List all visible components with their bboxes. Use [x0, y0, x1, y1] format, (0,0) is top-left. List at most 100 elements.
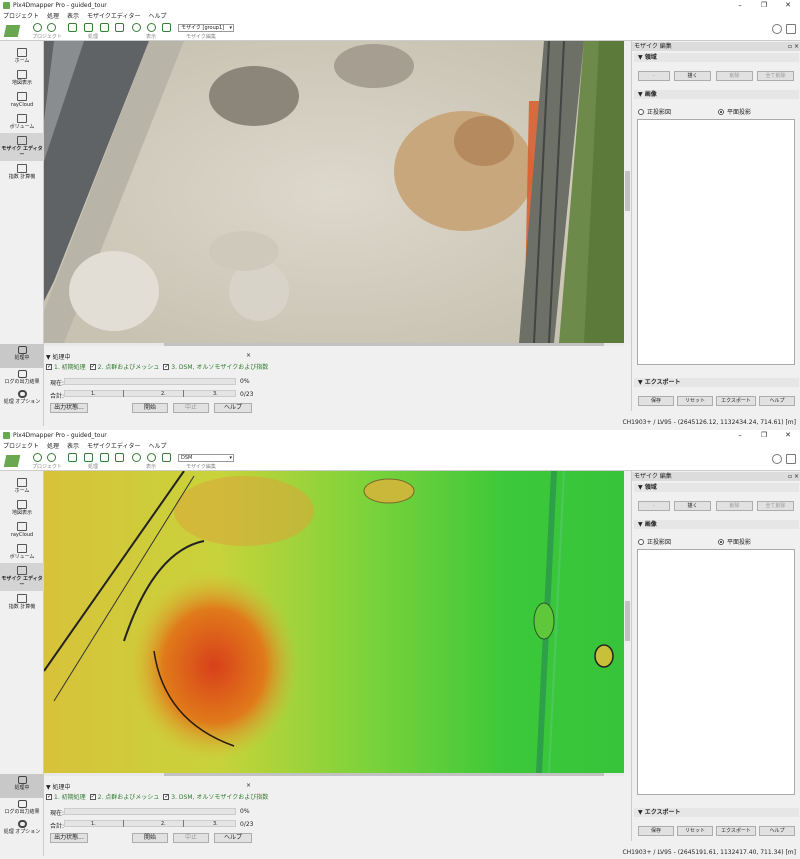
- process-run-icon[interactable]: [115, 23, 124, 32]
- sidebar-item-mosaic-editor[interactable]: モザイク エディター: [0, 563, 44, 591]
- new-project-icon[interactable]: [33, 23, 42, 32]
- process-step1-icon[interactable]: [68, 23, 77, 32]
- minimize-icon[interactable]: –: [728, 0, 752, 10]
- processing-close-icon[interactable]: ×: [246, 352, 251, 359]
- sidebar-item-mosaic-editor[interactable]: モザイク エディター: [0, 133, 44, 161]
- start-button[interactable]: 開始: [132, 403, 168, 413]
- user-icon[interactable]: [772, 24, 782, 34]
- step3-checkbox[interactable]: 3. DSM, オルソモザイクおよび指数: [163, 792, 268, 801]
- open-project-icon[interactable]: [47, 453, 56, 462]
- sidebar-item-processing[interactable]: 処理中: [0, 774, 44, 798]
- zoom-in-icon[interactable]: [132, 23, 141, 32]
- panel-close-icon[interactable]: ▫ ×: [788, 472, 799, 481]
- step1-checkbox[interactable]: 1. 初期処理: [46, 792, 86, 801]
- menu-project[interactable]: プロジェクト: [3, 11, 39, 20]
- image-list[interactable]: [637, 119, 795, 365]
- save-button[interactable]: 保存: [638, 826, 674, 836]
- sidebar-item-index-calculator[interactable]: 指数 計算機: [0, 161, 44, 189]
- scrollbar-thumb[interactable]: [164, 343, 604, 346]
- process-step2-icon[interactable]: [84, 23, 93, 32]
- cancel-button[interactable]: 中止: [173, 403, 209, 413]
- export-button[interactable]: エクスポート: [716, 826, 756, 836]
- menu-project[interactable]: プロジェクト: [3, 441, 39, 450]
- vertical-scrollbar[interactable]: [624, 41, 631, 343]
- section-export[interactable]: ▼ エクスポート: [634, 808, 799, 817]
- sidebar-item-log-output[interactable]: ログの出力結果: [0, 368, 44, 386]
- panel-help-button[interactable]: ヘルプ: [759, 396, 795, 406]
- new-project-icon[interactable]: [33, 453, 42, 462]
- process-step3-icon[interactable]: [100, 453, 109, 462]
- sidebar-item-processing-options[interactable]: 処理 オプション: [0, 818, 44, 846]
- delete-button[interactable]: 削除: [716, 71, 753, 81]
- scrollbar-thumb[interactable]: [625, 601, 630, 641]
- menu-view[interactable]: 表示: [67, 441, 79, 450]
- zoom-out-icon[interactable]: [147, 23, 156, 32]
- zoom-out-icon[interactable]: [147, 453, 156, 462]
- draw-button[interactable]: 描く: [674, 501, 711, 511]
- fit-view-icon[interactable]: [162, 453, 171, 462]
- image-list[interactable]: [637, 549, 795, 795]
- orthographic-radio[interactable]: 正投影図: [638, 537, 671, 546]
- orthographic-radio[interactable]: 正投影図: [638, 107, 671, 116]
- document-icon[interactable]: [786, 24, 796, 34]
- document-icon[interactable]: [786, 454, 796, 464]
- map-view[interactable]: [44, 471, 624, 773]
- save-button[interactable]: 保存: [638, 396, 674, 406]
- section-images[interactable]: ▼ 画像: [634, 520, 799, 529]
- zoom-in-icon[interactable]: [132, 453, 141, 462]
- map-view[interactable]: [44, 41, 624, 343]
- scrollbar-thumb[interactable]: [164, 773, 604, 776]
- panel-help-button[interactable]: ヘルプ: [759, 826, 795, 836]
- help-button[interactable]: ヘルプ: [214, 403, 252, 413]
- sidebar-item-processing[interactable]: 処理中: [0, 344, 44, 368]
- reset-button[interactable]: リセット: [677, 826, 713, 836]
- draw-button[interactable]: 描く: [674, 71, 711, 81]
- planar-radio[interactable]: 平面投影: [718, 107, 751, 116]
- processing-close-icon[interactable]: ×: [246, 782, 251, 789]
- menu-help[interactable]: ヘルプ: [149, 11, 167, 20]
- output-status-button[interactable]: 出力状態...: [50, 833, 88, 843]
- section-region[interactable]: ▼ 領域: [634, 53, 799, 62]
- close-icon[interactable]: ✕: [776, 0, 800, 10]
- sidebar-item-processing-options[interactable]: 処理 オプション: [0, 388, 44, 416]
- vertical-scrollbar[interactable]: [624, 471, 631, 773]
- user-icon[interactable]: [772, 454, 782, 464]
- output-status-button[interactable]: 出力状態...: [50, 403, 88, 413]
- start-button[interactable]: 開始: [132, 833, 168, 843]
- mosaic-select[interactable]: DSM: [178, 454, 234, 462]
- process-step3-icon[interactable]: [100, 23, 109, 32]
- help-button[interactable]: ヘルプ: [214, 833, 252, 843]
- process-step2-icon[interactable]: [84, 453, 93, 462]
- menu-mosaic-editor[interactable]: モザイクエディター: [87, 441, 140, 450]
- maximize-icon[interactable]: ❐: [752, 0, 776, 10]
- planar-radio[interactable]: 平面投影: [718, 537, 751, 546]
- delete-all-button[interactable]: 全て削除: [757, 501, 794, 511]
- region-select[interactable]: -: [638, 71, 670, 81]
- menu-mosaic-editor[interactable]: モザイクエディター: [87, 11, 140, 20]
- menu-view[interactable]: 表示: [67, 11, 79, 20]
- reset-button[interactable]: リセット: [677, 396, 713, 406]
- region-select[interactable]: -: [638, 501, 670, 511]
- menu-process[interactable]: 処理: [47, 441, 59, 450]
- maximize-icon[interactable]: ❐: [752, 430, 776, 440]
- export-button[interactable]: エクスポート: [716, 396, 756, 406]
- delete-button[interactable]: 削除: [716, 501, 753, 511]
- close-icon[interactable]: ✕: [776, 430, 800, 440]
- horizontal-scrollbar[interactable]: [44, 773, 624, 776]
- scrollbar-thumb[interactable]: [625, 171, 630, 211]
- cancel-button[interactable]: 中止: [173, 833, 209, 843]
- section-export[interactable]: ▼ エクスポート: [634, 378, 799, 387]
- process-run-icon[interactable]: [115, 453, 124, 462]
- sidebar-item-log-output[interactable]: ログの出力結果: [0, 798, 44, 816]
- step2-checkbox[interactable]: 2. 点群およびメッシュ: [89, 362, 159, 371]
- minimize-icon[interactable]: –: [728, 430, 752, 440]
- horizontal-scrollbar[interactable]: [44, 343, 624, 346]
- mosaic-select[interactable]: モザイク [group1]: [178, 24, 234, 32]
- menu-help[interactable]: ヘルプ: [149, 441, 167, 450]
- open-project-icon[interactable]: [47, 23, 56, 32]
- delete-all-button[interactable]: 全て削除: [757, 71, 794, 81]
- panel-close-icon[interactable]: ▫ ×: [788, 42, 799, 51]
- section-images[interactable]: ▼ 画像: [634, 90, 799, 99]
- step2-checkbox[interactable]: 2. 点群およびメッシュ: [89, 792, 159, 801]
- fit-view-icon[interactable]: [162, 23, 171, 32]
